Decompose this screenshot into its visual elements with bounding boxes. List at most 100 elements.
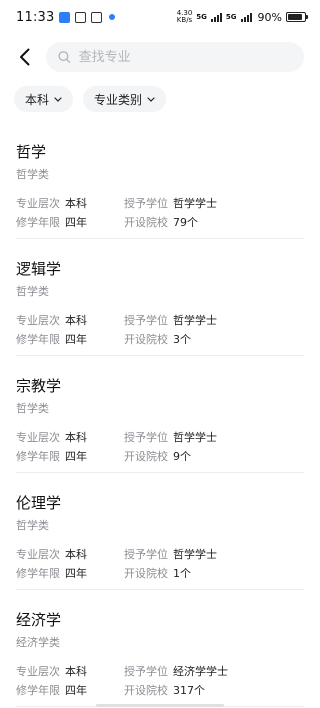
network-speed-unit: KB/s	[176, 16, 193, 24]
major-info: 专业层次 本科 授予学位 哲学学士 修学年限 四年 开设院校 79个	[16, 196, 304, 230]
info-schools-value: 79个	[173, 216, 198, 229]
list-item[interactable]: 逻辑学 哲学类 专业层次 本科 授予学位 哲学学士 修学年限 四年 开设院校 3个	[16, 239, 304, 356]
info-schools-label: 开设院校	[124, 684, 168, 697]
info-duration-label: 修学年限	[16, 216, 60, 229]
info-duration: 修学年限 四年	[16, 449, 124, 464]
list-item[interactable]: 宗教学 哲学类 专业层次 本科 授予学位 哲学学士 修学年限 四年 开设院校 9个	[16, 356, 304, 473]
info-schools: 开设院校 3个	[124, 332, 304, 347]
info-degree-label: 授予学位	[124, 197, 168, 210]
info-level-label: 专业层次	[16, 548, 60, 561]
notification-dot-icon	[109, 14, 116, 20]
info-duration-value: 四年	[65, 333, 87, 346]
major-name: 哲学	[16, 143, 47, 161]
info-schools: 开设院校 1个	[124, 566, 304, 581]
info-level-label: 专业层次	[16, 197, 60, 210]
info-level: 专业层次 本科	[16, 313, 124, 328]
filter-category-label: 专业类别	[94, 92, 143, 107]
notification-box-icon	[75, 11, 87, 23]
search-input[interactable]	[76, 48, 292, 66]
back-button[interactable]	[14, 42, 34, 72]
info-level: 专业层次 本科	[16, 430, 124, 445]
info-degree-value: 哲学学士	[173, 197, 217, 210]
info-degree: 授予学位 哲学学士	[124, 313, 304, 328]
major-name: 经济学	[16, 611, 62, 629]
network-type-1: 5G	[196, 13, 207, 21]
info-degree-label: 授予学位	[124, 665, 168, 678]
filter-bar: 本科 专业类别	[0, 80, 320, 114]
notification-app-icon	[59, 11, 71, 23]
info-schools-label: 开设院校	[124, 450, 168, 463]
home-indicator[interactable]	[96, 704, 224, 707]
status-bar: 11:33 4.30 KB/s 5G 5G 90%	[0, 0, 320, 34]
major-name: 逻辑学	[16, 260, 62, 278]
status-time: 11:33	[16, 9, 55, 25]
info-schools: 开设院校 9个	[124, 449, 304, 464]
info-degree-label: 授予学位	[124, 314, 168, 327]
list-item[interactable]: 伦理学 哲学类 专业层次 本科 授予学位 哲学学士 修学年限 四年 开设院校 1个	[16, 473, 304, 590]
info-degree-value: 哲学学士	[173, 548, 217, 561]
info-degree-value: 哲学学士	[173, 431, 217, 444]
info-level: 专业层次 本科	[16, 547, 124, 562]
status-right: 4.30 KB/s 5G 5G 90%	[177, 10, 308, 24]
info-duration-value: 四年	[65, 567, 87, 580]
info-degree: 授予学位 哲学学士	[124, 547, 304, 562]
major-category: 哲学类	[16, 519, 49, 532]
network-speed: 4.30 KB/s	[177, 10, 193, 24]
filter-level-label: 本科	[25, 92, 50, 107]
info-duration-label: 修学年限	[16, 333, 60, 346]
info-schools: 开设院校 317个	[124, 683, 304, 698]
info-degree-label: 授予学位	[124, 548, 168, 561]
info-degree: 授予学位 哲学学士	[124, 430, 304, 445]
battery-icon	[286, 12, 308, 22]
info-level-value: 本科	[65, 548, 87, 561]
info-schools-label: 开设院校	[124, 216, 168, 229]
info-schools: 开设院校 79个	[124, 215, 304, 230]
major-info: 专业层次 本科 授予学位 哲学学士 修学年限 四年 开设院校 1个	[16, 547, 304, 581]
info-duration-label: 修学年限	[16, 567, 60, 580]
info-duration-value: 四年	[65, 216, 87, 229]
major-info: 专业层次 本科 授予学位 哲学学士 修学年限 四年 开设院校 3个	[16, 313, 304, 347]
search-icon	[58, 51, 71, 63]
major-category: 哲学类	[16, 285, 49, 298]
info-schools-value: 1个	[173, 567, 191, 580]
major-name: 宗教学	[16, 377, 62, 395]
info-schools-label: 开设院校	[124, 333, 168, 346]
major-info: 专业层次 本科 授予学位 哲学学士 修学年限 四年 开设院校 9个	[16, 430, 304, 464]
info-duration: 修学年限 四年	[16, 215, 124, 230]
search-header	[0, 34, 320, 80]
chevron-down-icon	[147, 96, 155, 102]
filter-category[interactable]: 专业类别	[83, 86, 167, 112]
info-schools-label: 开设院校	[124, 567, 168, 580]
info-level-value: 本科	[65, 314, 87, 327]
filter-level[interactable]: 本科	[14, 86, 74, 112]
info-duration: 修学年限 四年	[16, 332, 124, 347]
info-duration-value: 四年	[65, 450, 87, 463]
info-schools-value: 317个	[173, 684, 205, 697]
major-category: 哲学类	[16, 402, 49, 415]
info-schools-value: 9个	[173, 450, 191, 463]
list-item[interactable]: 经济学 经济学类 专业层次 本科 授予学位 经济学学士 修学年限 四年 开设院校 317…	[16, 590, 304, 707]
info-duration-label: 修学年限	[16, 450, 60, 463]
major-category: 经济学类	[16, 636, 60, 649]
signal-1-icon	[210, 12, 222, 22]
info-degree-label: 授予学位	[124, 431, 168, 444]
info-level-value: 本科	[65, 665, 87, 678]
battery-fill	[288, 14, 303, 20]
info-duration-value: 四年	[65, 684, 87, 697]
info-level: 专业层次 本科	[16, 664, 124, 679]
signal-2-icon	[240, 12, 252, 22]
chevron-down-icon	[54, 96, 62, 102]
major-list: 哲学 哲学类 专业层次 本科 授予学位 哲学学士 修学年限 四年 开设院校 79个 逻辑…	[0, 122, 320, 707]
notification-square-icon	[91, 11, 103, 23]
info-level-value: 本科	[65, 197, 87, 210]
list-item[interactable]: 哲学 哲学类 专业层次 本科 授予学位 哲学学士 修学年限 四年 开设院校 79个	[16, 122, 304, 239]
info-level-label: 专业层次	[16, 314, 60, 327]
info-level-label: 专业层次	[16, 431, 60, 444]
info-degree: 授予学位 哲学学士	[124, 196, 304, 211]
search-box[interactable]	[46, 42, 304, 72]
info-degree-value: 经济学学士	[173, 665, 228, 678]
info-level: 专业层次 本科	[16, 196, 124, 211]
info-degree: 授予学位 经济学学士	[124, 664, 304, 679]
info-duration: 修学年限 四年	[16, 683, 124, 698]
status-left: 11:33	[16, 9, 116, 25]
